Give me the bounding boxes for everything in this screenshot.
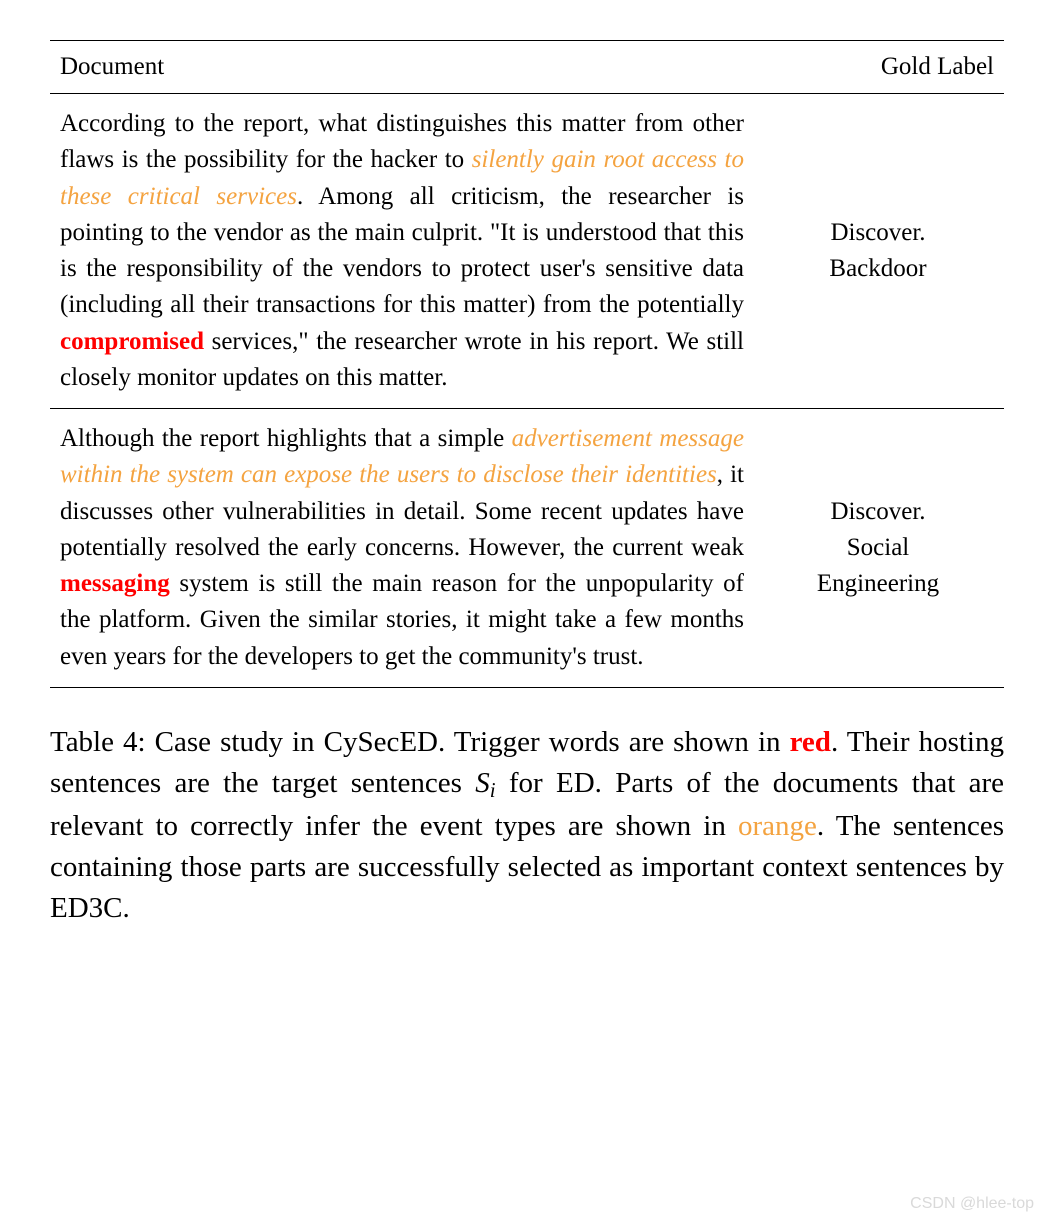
label-line: Discover. <box>830 498 925 525</box>
watermark-text: CSDN @hlee-top <box>910 1195 1034 1213</box>
label-line: Social <box>847 534 910 561</box>
caption-red-word: red <box>790 726 831 758</box>
table-header-row: Document Gold Label <box>50 41 1004 93</box>
math-variable-S: S <box>475 767 490 799</box>
caption-fragment: Table 4: Case study in CySecED. Trigger … <box>50 726 790 758</box>
gold-label-cell: Discover. Social Engineering <box>752 494 1004 603</box>
table-caption: Table 4: Case study in CySecED. Trigger … <box>50 722 1004 930</box>
case-study-table: Document Gold Label According to the rep… <box>50 40 1004 688</box>
label-line: Discover. <box>830 219 925 246</box>
caption-orange-word: orange <box>738 810 817 842</box>
table-row: According to the report, what distinguis… <box>50 94 1004 408</box>
label-line: Backdoor <box>829 255 926 282</box>
trigger-word: compromised <box>60 328 204 355</box>
table-row: Although the report highlights that a si… <box>50 409 1004 687</box>
rule-bottom <box>50 687 1004 688</box>
label-line: Engineering <box>817 570 939 597</box>
text-fragment: Although the report highlights that a si… <box>60 425 512 452</box>
document-cell: Although the report highlights that a si… <box>50 421 752 675</box>
header-gold-label: Gold Label <box>754 53 994 81</box>
header-document: Document <box>60 53 754 81</box>
trigger-word: messaging <box>60 570 170 597</box>
gold-label-cell: Discover. Backdoor <box>752 215 1004 288</box>
document-cell: According to the report, what distinguis… <box>50 106 752 396</box>
